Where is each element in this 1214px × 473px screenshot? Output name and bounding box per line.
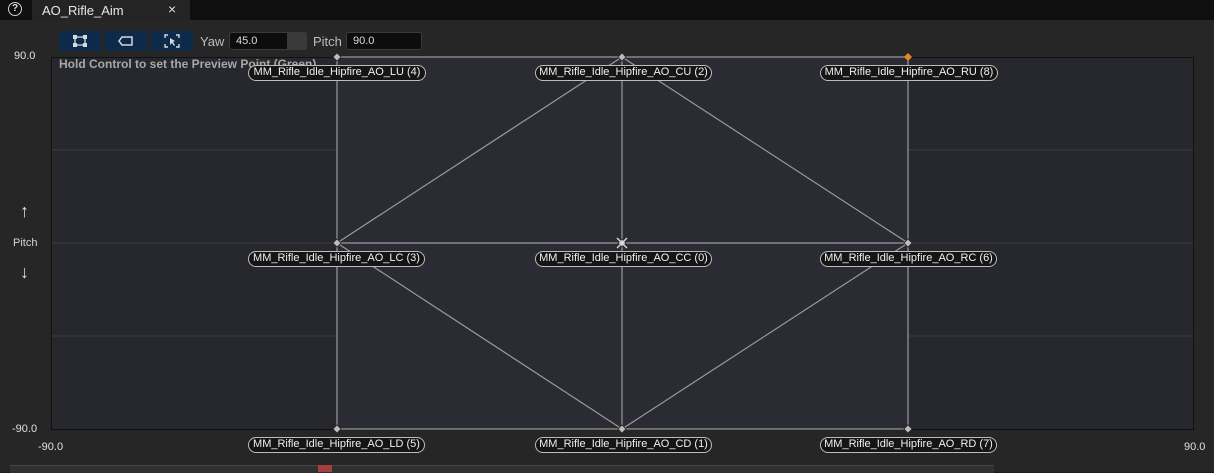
sample-label-ru[interactable]: MM_Rifle_Idle_Hipfire_AO_RU (8) bbox=[820, 65, 998, 81]
sample-label-cu[interactable]: MM_Rifle_Idle_Hipfire_AO_CU (2) bbox=[535, 65, 712, 81]
sample-label-lc[interactable]: MM_Rifle_Idle_Hipfire_AO_LC (3) bbox=[248, 251, 425, 267]
sample-label-rd[interactable]: MM_Rifle_Idle_Hipfire_AO_RD (7) bbox=[820, 437, 997, 453]
sample-label-rc[interactable]: MM_Rifle_Idle_Hipfire_AO_RC (6) bbox=[820, 251, 997, 267]
sample-label-lu[interactable]: MM_Rifle_Idle_Hipfire_AO_LU (4) bbox=[248, 65, 426, 81]
timeline-scrubber[interactable] bbox=[318, 465, 332, 472]
sample-label-cc[interactable]: MM_Rifle_Idle_Hipfire_AO_CC (0) bbox=[535, 251, 712, 267]
sample-label-cd[interactable]: MM_Rifle_Idle_Hipfire_AO_CD (1) bbox=[535, 437, 712, 453]
sample-label-ld[interactable]: MM_Rifle_Idle_Hipfire_AO_LD (5) bbox=[248, 437, 425, 453]
